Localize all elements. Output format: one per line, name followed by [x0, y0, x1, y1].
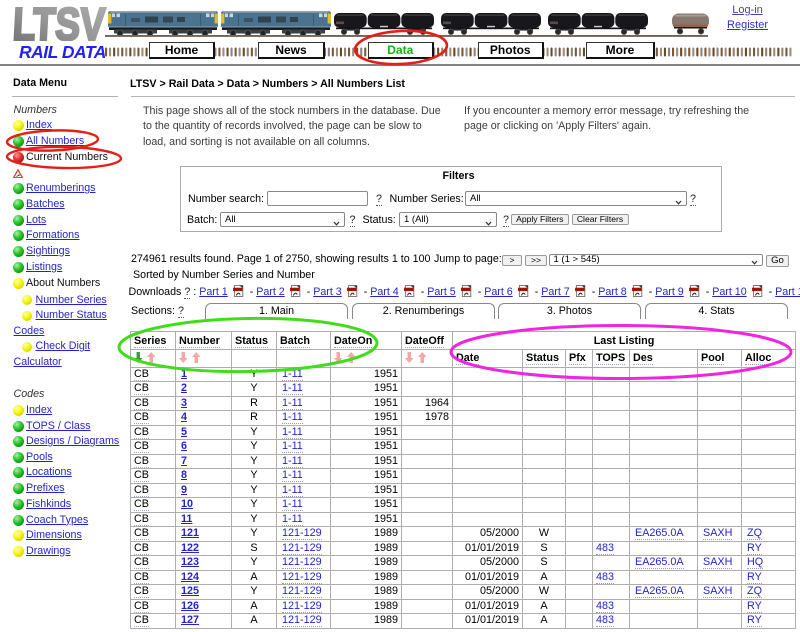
svg-text:LTSV: LTSV: [13, 4, 107, 41]
